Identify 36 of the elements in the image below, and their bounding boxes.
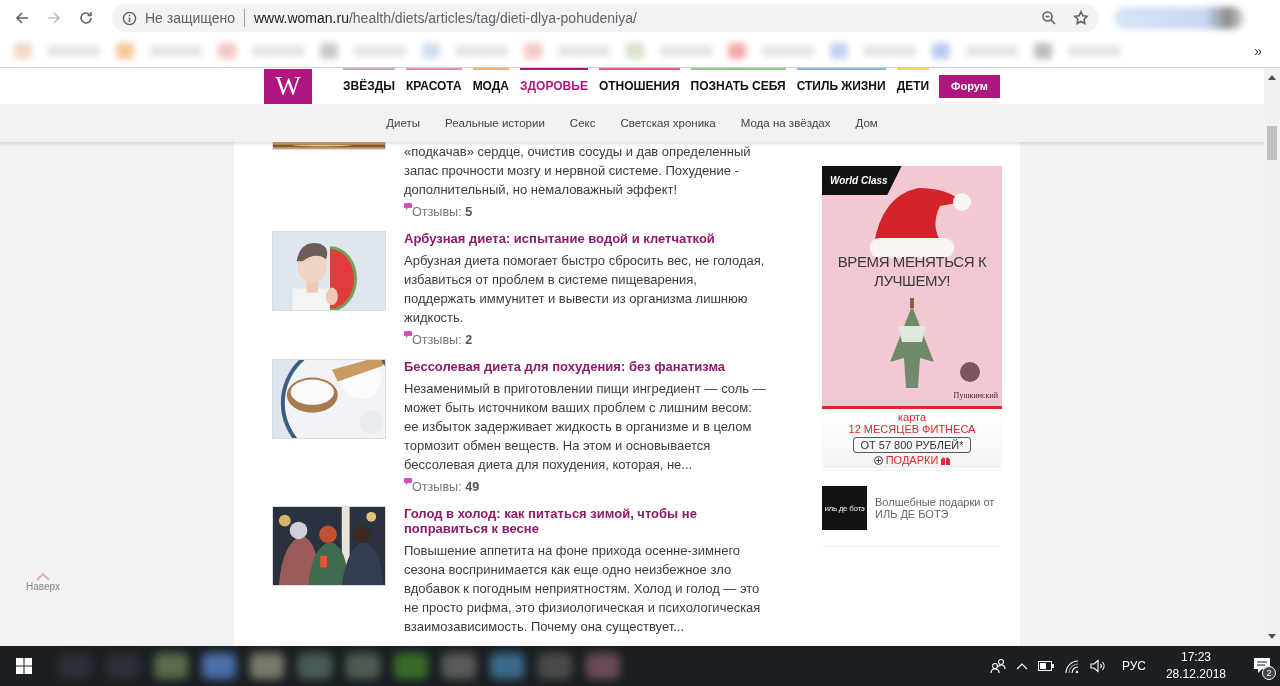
brand-logo[interactable]: иль де ботэ: [822, 486, 867, 530]
clock[interactable]: 17:23 28.12.2018: [1165, 649, 1226, 683]
reviews-count[interactable]: Отзывы: 2: [412, 331, 473, 350]
article-title-link[interactable]: Арбузная диета: испытание водой и клетчаткой: [404, 231, 768, 246]
gifts-label: ПОДАРКИ: [885, 454, 939, 466]
language-indicator[interactable]: РУС: [1121, 659, 1146, 673]
promo-link[interactable]: Волшебные подарки от ИЛЬ ДЕ БОТЭ: [875, 496, 1002, 520]
subnav-link[interactable]: Диеты: [386, 117, 420, 129]
article-excerpt: Арбузная диета помогает быстро сбросить вес, не голодая, избавиться от проблем в системе пищеварения, поддержать иммунитет и вывести из организма лишнюю жидкость.: [404, 252, 766, 327]
article-title-link[interactable]: Бессолевая диета для похудения: без фанатизма: [404, 359, 768, 374]
brand-logo: World Class: [822, 166, 902, 195]
site-logo[interactable]: W: [264, 69, 312, 104]
subnav-link[interactable]: Секс: [569, 117, 596, 129]
subnav-link[interactable]: Мода на звёздах: [740, 117, 831, 129]
ad-banner[interactable]: World Class ВРЕМЯ МЕНЯТЬСЯ К ЛУЧШЕМУ! Пушкинский карта 12 МЕСЯЦЕВ ФИТНЕСА ОТ 57 800 РУБЛЕЙ* ПОДАРКИ: [822, 166, 1002, 466]
article-excerpt: Повышение аппетита на фоне прихода осенне-зимнего сезона воспринимается как еще одно неизбежное зло вдобавок к погодным неприятностям. Холод и голод — это не просто рифма, это физиологическая и психологическая взаимозависимость. Почему она существует...: [404, 542, 762, 636]
ad-offer: 12 МЕСЯЦЕВ ФИТНЕСА: [848, 423, 976, 435]
subnav-link[interactable]: Светская хроника: [620, 117, 716, 129]
partner-logo: Пушкинский: [953, 391, 998, 400]
security-label: Не защищено: [145, 10, 235, 26]
ad-text: карта: [897, 411, 927, 423]
notifications-button[interactable]: 2: [1244, 646, 1280, 686]
notification-count-badge: 2: [1262, 666, 1276, 680]
subnav-link[interactable]: Дом: [855, 117, 878, 129]
address-bar[interactable]: Не защищено www.woman.ru/health/diets/articles/tag/dieti-dlya-pohudeniya/: [112, 4, 1099, 32]
reviews-count[interactable]: Отзывы: 5: [412, 203, 473, 222]
article-excerpt: Незаменимый в приготовлении пищи ингредиент — соль — может быть источником ваших проблем с лишним весом: ее избыток задерживает жидкость в организме и в целом тормозит обмен веществ. На этом и основывается бессолевая диета для похудения, которая, не...: [404, 380, 767, 474]
article-excerpt: «подкачав» сердце, очистив сосуды и дав определенный запас прочности мозгу и нервной системе. Похудение - дополнительный, но немаловажный эффект!: [404, 143, 752, 199]
article-title-link[interactable]: Голод в холод: как питаться зимой, чтобы не поправиться к весне: [404, 506, 768, 536]
subnav-link[interactable]: Реальные истории: [445, 117, 545, 129]
bookmarks-more-button[interactable]: »: [1254, 43, 1262, 59]
forum-button[interactable]: Форум: [939, 74, 1000, 98]
ad-headline: ВРЕМЯ МЕНЯТЬСЯ К ЛУЧШЕМУ!: [836, 252, 988, 290]
price-label: ОТ 57 800 РУБЛЕЙ*: [853, 437, 971, 453]
reviews-count[interactable]: Отзывы: 49: [412, 478, 480, 497]
url-text: www.woman.ru/health/diets/articles/tag/dieti-dlya-pohudeniya/: [254, 10, 637, 26]
